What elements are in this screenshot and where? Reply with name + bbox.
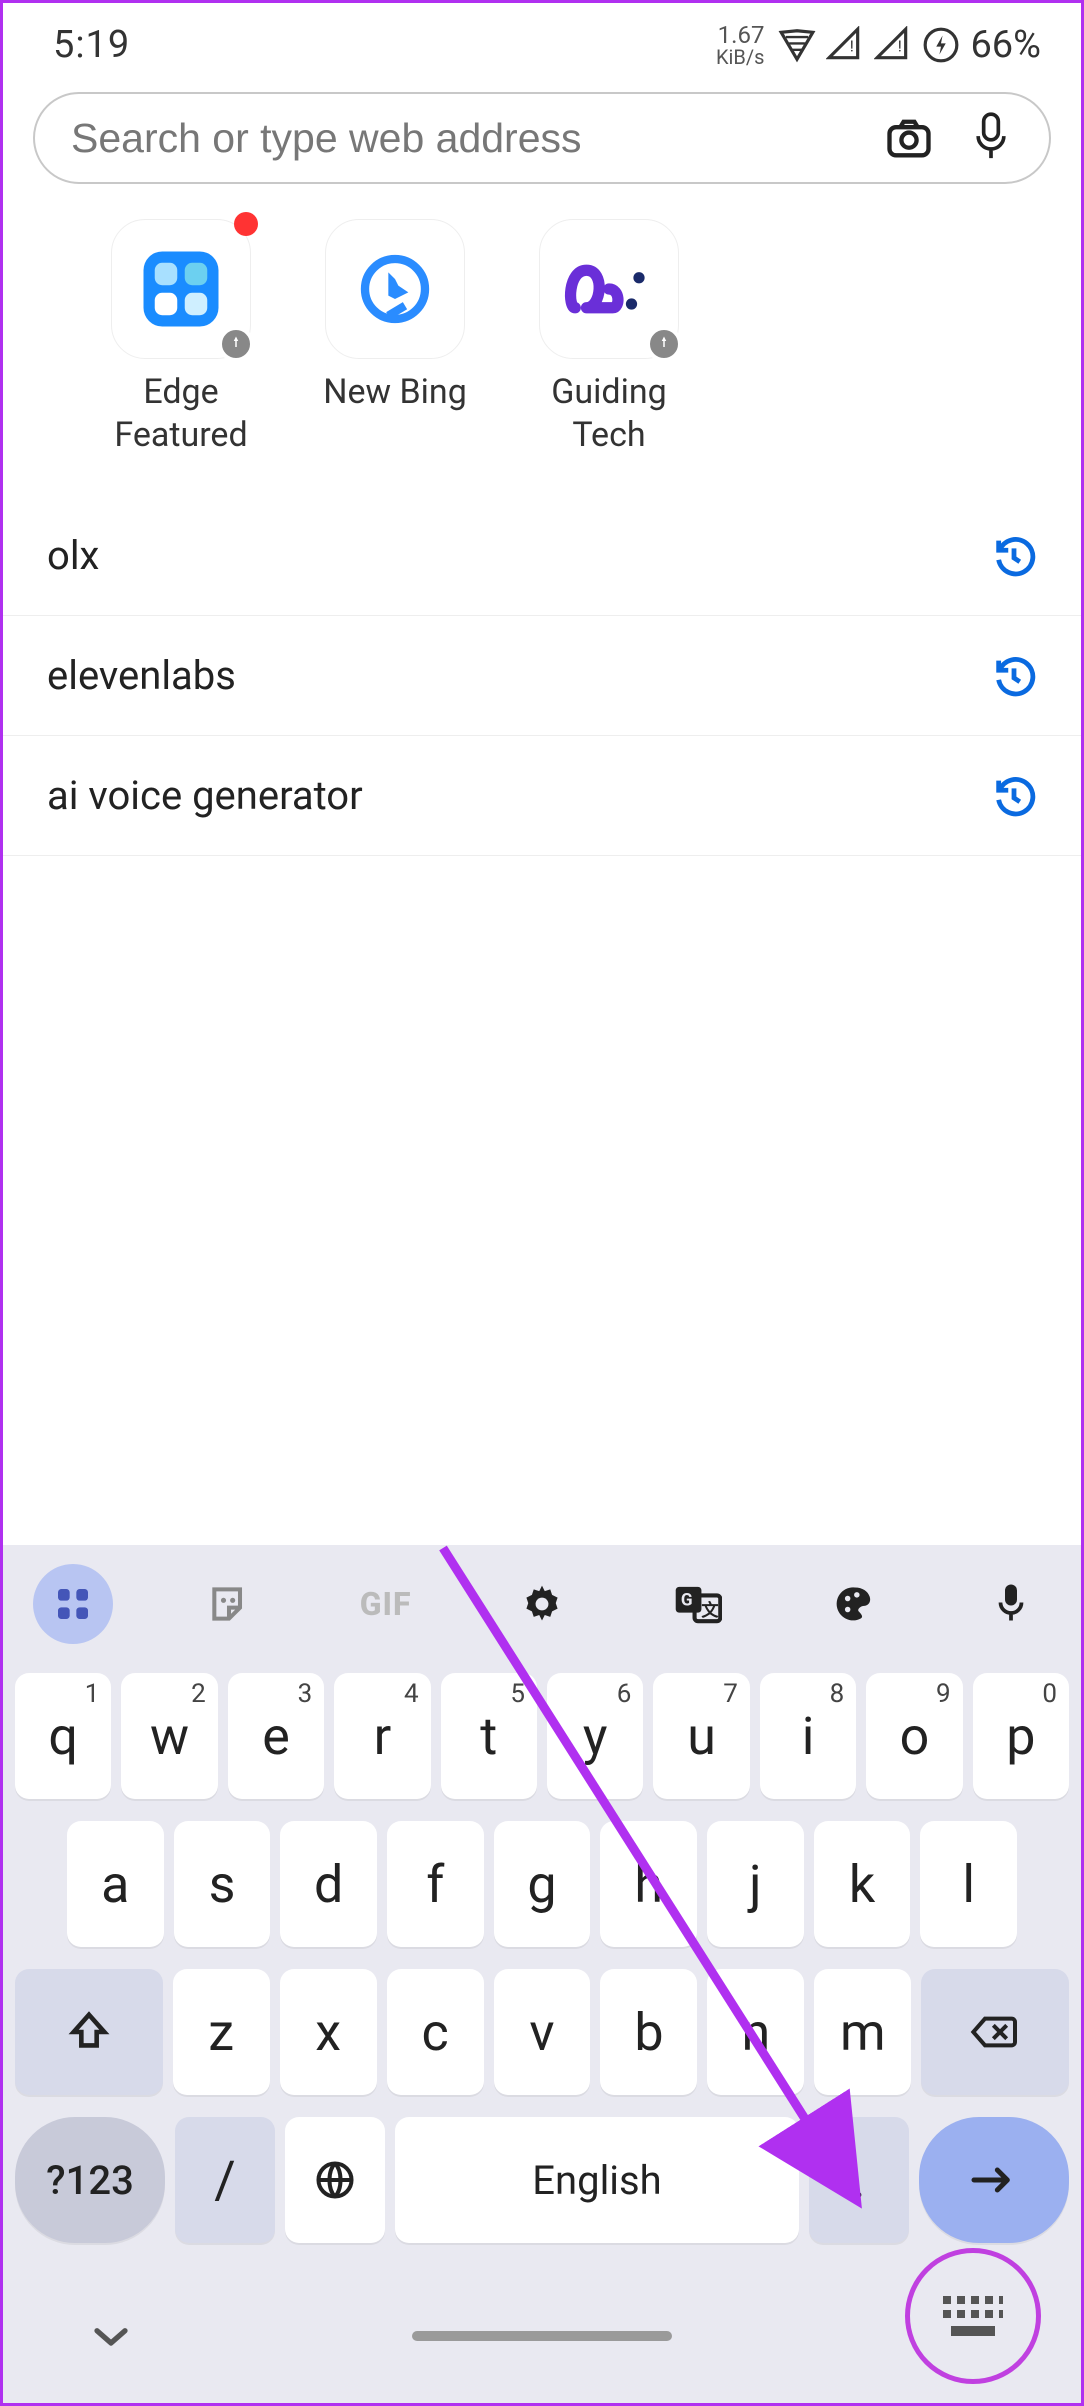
key-r[interactable]: 4r	[334, 1673, 430, 1799]
tile-guiding-tech[interactable]: Guiding Tech	[519, 219, 699, 456]
key-s[interactable]: s	[174, 1821, 271, 1947]
key-u[interactable]: 7u	[653, 1673, 749, 1799]
key-f[interactable]: f	[387, 1821, 484, 1947]
pin-badge-icon	[218, 326, 254, 362]
key-w[interactable]: 2w	[121, 1673, 217, 1799]
svg-text:文: 文	[702, 1600, 720, 1621]
key-q[interactable]: 1q	[15, 1673, 111, 1799]
wifi-icon	[778, 26, 816, 64]
svg-text:!: !	[898, 36, 902, 55]
key-d[interactable]: d	[280, 1821, 377, 1947]
battery-saver-icon	[922, 26, 960, 64]
keyboard-icon	[937, 2288, 1009, 2344]
key-v[interactable]: v	[494, 1969, 591, 2095]
search-input[interactable]	[71, 115, 883, 162]
suggestion-item[interactable]: elevenlabs	[3, 616, 1081, 736]
key-i[interactable]: 8i	[760, 1673, 856, 1799]
signal-1-icon: !	[826, 26, 864, 64]
suggestion-list: olx elevenlabs ai voice generator	[3, 486, 1081, 856]
key-j[interactable]: j	[707, 1821, 804, 1947]
collapse-keyboard-icon[interactable]	[43, 2322, 179, 2350]
key-e[interactable]: 3e	[228, 1673, 324, 1799]
key-z[interactable]: z	[173, 1969, 270, 2095]
key-a[interactable]: a	[67, 1821, 164, 1947]
bing-icon	[355, 249, 435, 329]
key-y[interactable]: 6y	[547, 1673, 643, 1799]
nav-bar	[3, 2283, 1081, 2403]
key-g[interactable]: g	[494, 1821, 591, 1947]
shift-key[interactable]	[15, 1969, 163, 2095]
signal-2-icon: !	[874, 26, 912, 64]
language-key[interactable]	[285, 2117, 385, 2243]
svg-text:!: !	[850, 36, 854, 55]
key-m[interactable]: m	[814, 1969, 911, 2095]
status-right: 1.67 KiB/s ! ! 66%	[716, 23, 1041, 67]
tile-edge-featured[interactable]: Edge Featured	[91, 219, 271, 456]
history-icon[interactable]	[991, 533, 1037, 579]
address-bar[interactable]	[33, 92, 1051, 184]
history-icon[interactable]	[991, 773, 1037, 819]
period-key[interactable]: .	[809, 2117, 909, 2243]
microphone-icon[interactable]	[969, 110, 1013, 166]
pin-badge-icon	[646, 326, 682, 362]
key-h[interactable]: h	[600, 1821, 697, 1947]
home-pill[interactable]	[412, 2331, 672, 2341]
notification-dot-icon	[234, 212, 258, 236]
palette-icon[interactable]	[815, 1564, 895, 1644]
grid-app-icon	[136, 244, 226, 334]
key-k[interactable]: k	[814, 1821, 911, 1947]
svg-text:G: G	[681, 1591, 693, 1611]
key-x[interactable]: x	[280, 1969, 377, 2095]
key-p[interactable]: 0p	[973, 1673, 1069, 1799]
tile-label: Guiding Tech	[519, 371, 699, 456]
keyboard-switch-button[interactable]	[905, 2248, 1041, 2384]
suggestion-text: olx	[47, 532, 99, 579]
camera-icon[interactable]	[883, 112, 935, 164]
history-icon[interactable]	[991, 653, 1037, 699]
sticker-icon[interactable]	[189, 1564, 269, 1644]
backspace-key[interactable]	[921, 1969, 1069, 2095]
slash-key[interactable]: /	[175, 2117, 275, 2243]
gif-button[interactable]: GIF	[346, 1564, 426, 1644]
spacebar-key[interactable]: English	[395, 2117, 799, 2243]
guiding-tech-icon	[564, 259, 654, 319]
suggestion-text: ai voice generator	[47, 772, 363, 819]
network-rate: 1.67 KiB/s	[716, 23, 764, 67]
key-c[interactable]: c	[387, 1969, 484, 2095]
key-o[interactable]: 9o	[866, 1673, 962, 1799]
tile-label: New Bing	[323, 371, 467, 414]
battery-percent: 66%	[970, 23, 1041, 67]
keyboard: GIF G文 1q2w3e4r5t6y7u8i9o0p asdfghjkl zx…	[3, 1545, 1081, 2403]
key-t[interactable]: 5t	[441, 1673, 537, 1799]
key-b[interactable]: b	[600, 1969, 697, 2095]
suggestion-item[interactable]: olx	[3, 496, 1081, 616]
enter-key[interactable]	[919, 2117, 1069, 2243]
key-l[interactable]: l	[920, 1821, 1017, 1947]
translate-icon[interactable]: G文	[658, 1564, 738, 1644]
tile-new-bing[interactable]: New Bing	[305, 219, 485, 456]
settings-gear-icon[interactable]	[502, 1564, 582, 1644]
status-bar: 5:19 1.67 KiB/s ! ! 66%	[3, 3, 1081, 77]
suggestion-item[interactable]: ai voice generator	[3, 736, 1081, 856]
apps-grid-icon[interactable]	[33, 1564, 113, 1644]
suggestion-text: elevenlabs	[47, 652, 236, 699]
keyboard-toolbar: GIF G文	[3, 1545, 1081, 1655]
status-time: 5:19	[53, 23, 130, 67]
quick-tiles: Edge Featured New Bing Guiding Tech	[3, 199, 1081, 486]
mic-icon[interactable]	[971, 1564, 1051, 1644]
symbols-key[interactable]: ?123	[15, 2117, 165, 2243]
tile-label: Edge Featured	[91, 371, 271, 456]
key-n[interactable]: n	[707, 1969, 804, 2095]
